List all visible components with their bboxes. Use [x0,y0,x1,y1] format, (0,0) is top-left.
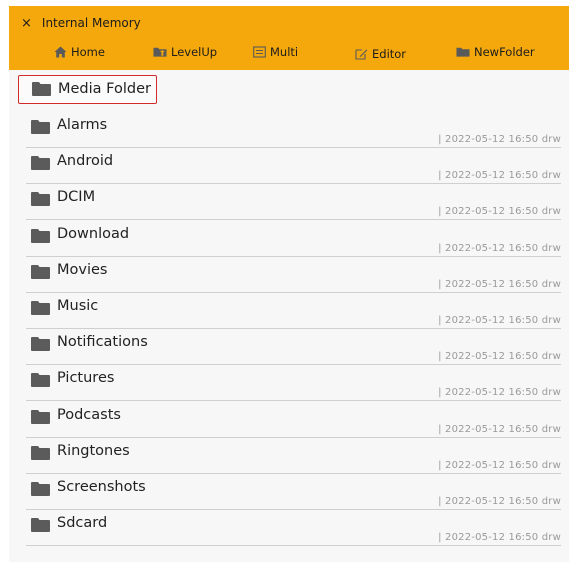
folder-meta: | 2022-05-12 16:50 drw [438,170,561,182]
folder-icon [31,482,50,496]
folder-row[interactable]: Podcasts | 2022-05-12 16:50 drw [9,402,561,438]
folder-name: Podcasts [57,406,121,423]
toolbar: Home LevelUp Multi Editor NewFolder [9,38,569,66]
header-bar: × Internal Memory Home LevelUp Multi Edi… [9,6,569,70]
folder-name: Download [57,225,130,242]
folder-row[interactable]: Movies | 2022-05-12 16:50 drw [9,257,561,293]
level-up-icon [153,45,167,59]
folder-icon [31,228,50,243]
folder-icon [31,301,50,315]
folder-row[interactable]: DCIM | 2022-05-12 16:50 drw [9,184,561,221]
folder-meta: | 2022-05-12 16:50 drw [438,423,561,435]
folder-meta: | 2022-05-12 16:50 drw [438,532,561,544]
folder-name: Sdcard [57,515,108,532]
folder-icon [31,518,50,533]
folder-meta: | 2022-05-12 16:50 drw [438,496,561,507]
folder-icon [32,82,51,96]
folder-row[interactable]: Screenshots | 2022-05-12 16:50 drw [9,474,561,510]
title-row: × Internal Memory [21,14,141,32]
current-folder-selected[interactable]: Media Folder [18,75,157,104]
folder-row[interactable]: Android | 2022-05-12 16:50 drw [9,148,561,185]
folder-row[interactable]: Download | 2022-05-12 16:50 drw [9,221,561,257]
folder-row[interactable]: Pictures | 2022-05-12 16:50 drw [9,365,561,402]
folder-row[interactable]: Alarms | 2022-05-12 16:50 drw [9,112,561,148]
folder-icon [31,264,50,279]
editor-button[interactable]: Editor [354,44,406,64]
home-label: Home [71,45,105,59]
folder-meta: | 2022-05-12 16:50 drw [438,242,561,254]
close-icon[interactable]: × [21,16,32,31]
multi-label: Multi [270,45,299,59]
row-divider [26,545,561,547]
folder-meta: | 2022-05-12 16:50 drw [438,134,561,145]
folder-name: Ringtones [57,442,130,459]
folder-icon [31,192,50,207]
folder-meta: | 2022-05-12 16:50 drw [438,206,561,218]
home-icon [53,45,67,59]
current-folder-name: Media Folder [58,81,151,97]
editor-label: Editor [372,47,407,61]
folder-meta: | 2022-05-12 16:50 drw [438,351,561,363]
folder-icon [31,156,50,171]
folder-name: Alarms [57,117,108,133]
levelup-label: LevelUp [171,45,218,59]
folder-name: Android [57,153,114,170]
folder-icon [31,409,50,424]
window-title: Internal Memory [41,16,141,30]
folder-name: Screenshots [57,479,146,495]
multi-button[interactable]: Multi [252,42,298,62]
levelup-button[interactable]: LevelUp [153,42,217,62]
multi-select-icon [252,45,266,59]
new-folder-icon [456,45,470,59]
folder-meta: | 2022-05-12 16:50 drw [438,459,561,471]
folder-name: Music [57,298,99,314]
folder-row[interactable]: Ringtones | 2022-05-12 16:50 drw [9,438,561,474]
folder-row[interactable]: Sdcard | 2022-05-12 16:50 drw [9,510,561,547]
newfolder-button[interactable]: NewFolder [456,42,535,62]
file-browser-panel: × Internal Memory Home LevelUp Multi Edi… [9,6,569,562]
folder-meta: | 2022-05-12 16:50 drw [438,278,561,290]
folder-icon [31,337,50,352]
folder-name: Notifications [57,334,148,351]
folder-meta: | 2022-05-12 16:50 drw [438,387,561,399]
folder-icon [31,120,50,134]
folder-name: Movies [57,261,108,278]
newfolder-label: NewFolder [474,45,535,59]
folder-icon [31,373,50,388]
folder-row[interactable]: Notifications | 2022-05-12 16:50 drw [9,329,561,366]
home-button[interactable]: Home [53,42,105,62]
folder-icon [31,445,50,460]
folder-row[interactable]: Music | 2022-05-12 16:50 drw [9,293,561,329]
folder-name: Pictures [57,370,115,387]
folder-name: DCIM [57,189,96,206]
editor-icon [354,47,368,61]
folder-meta: | 2022-05-12 16:50 drw [438,315,561,326]
